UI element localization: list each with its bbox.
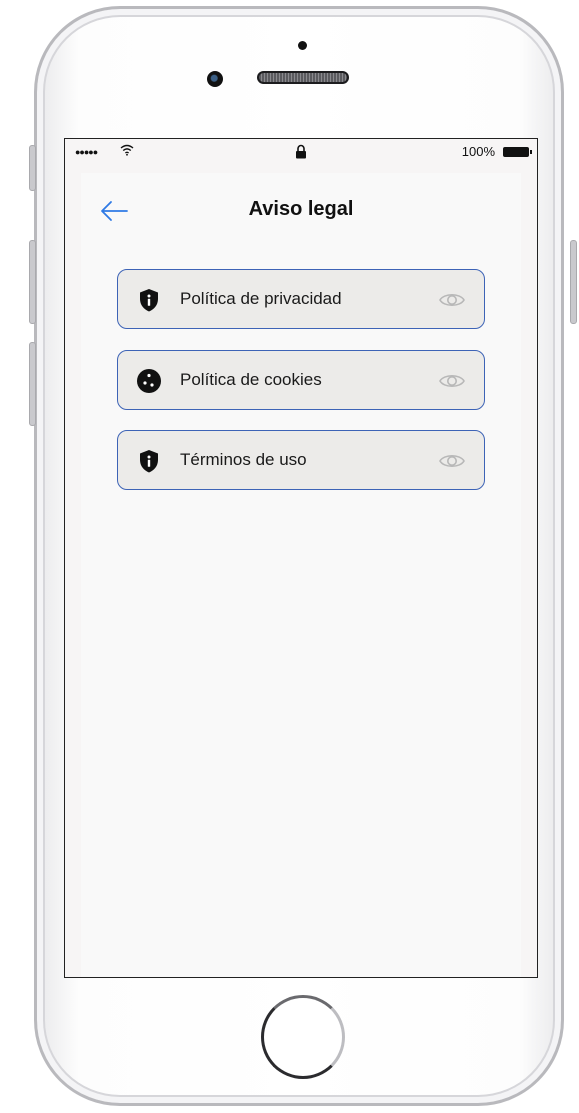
lock-icon: [295, 144, 307, 162]
mute-switch: [29, 145, 36, 191]
cookies-policy-item[interactable]: Política de cookies: [117, 350, 485, 410]
shield-info-icon: [136, 448, 162, 474]
eye-icon[interactable]: [438, 290, 466, 310]
battery-icon: [503, 147, 532, 157]
cookie-icon: [136, 368, 162, 394]
earpiece-speaker: [257, 71, 349, 84]
eye-icon[interactable]: [438, 371, 466, 391]
terms-of-use-item[interactable]: Términos de uso: [117, 430, 485, 490]
privacy-policy-item[interactable]: Política de privacidad: [117, 269, 485, 329]
shield-info-icon: [136, 287, 162, 313]
wifi-icon: [120, 144, 134, 159]
power-button: [570, 240, 577, 324]
legal-notice-screen: Aviso legal Política de privacidad Polít…: [81, 173, 521, 977]
home-button[interactable]: [261, 995, 345, 1079]
status-bar: ●●●●● 100%: [65, 139, 537, 165]
eye-icon[interactable]: [438, 451, 466, 471]
item-label: Política de privacidad: [180, 289, 342, 308]
signal-strength: ●●●●●: [75, 147, 98, 157]
volume-down-button: [29, 342, 36, 426]
proximity-sensor: [298, 41, 307, 50]
volume-up-button: [29, 240, 36, 324]
screen: ●●●●● 100% Aviso legal Política de priva…: [64, 138, 538, 978]
page-title: Aviso legal: [248, 198, 354, 220]
item-label: Términos de uso: [180, 450, 307, 469]
item-label: Política de cookies: [180, 370, 322, 389]
battery-percent: 100%: [461, 144, 495, 159]
front-camera: [207, 71, 223, 87]
